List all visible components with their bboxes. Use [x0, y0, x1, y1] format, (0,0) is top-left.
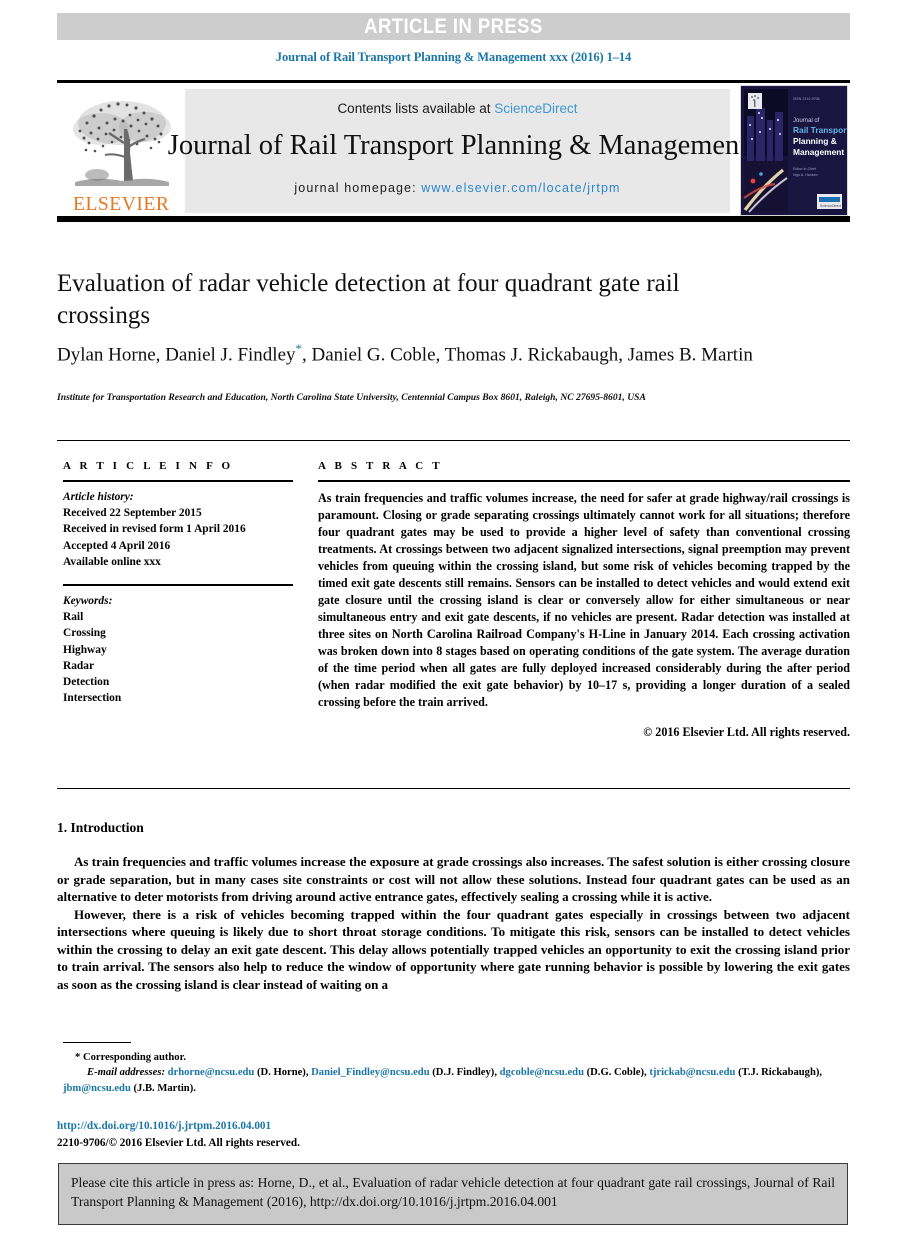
article-info-column: A R T I C L E I N F O Article history: R…: [63, 460, 293, 706]
email-link[interactable]: tjrickab@ncsu.edu: [649, 1067, 735, 1078]
svg-text:Rail Transport: Rail Transport: [793, 125, 847, 135]
please-cite-text: Please cite this article in press as: Ho…: [71, 1175, 835, 1210]
svg-text:ISSN 2210-9706: ISSN 2210-9706: [793, 97, 820, 101]
authors-primary: Dylan Horne, Daniel J. Findley: [57, 344, 296, 366]
contents-prefix: Contents lists available at: [337, 101, 495, 116]
authors-secondary: , Daniel G. Coble, Thomas J. Rickabaugh,…: [302, 344, 753, 366]
keywords-block: Keywords: Rail Crossing Highway Radar De…: [63, 593, 293, 706]
elsevier-logo: ELSEVIER: [59, 88, 184, 214]
email-link[interactable]: Daniel_Findley@ncsu.edu: [311, 1067, 429, 1078]
svg-text:Editor-in-Chief: Editor-in-Chief: [793, 167, 816, 171]
svg-text:Journal of: Journal of: [793, 118, 820, 124]
body-column: 1. Introduction As train frequencies and…: [57, 820, 850, 993]
sciencedirect-box: Contents lists available at ScienceDirec…: [168, 89, 747, 213]
history-item: Received in revised form 1 April 2016: [63, 523, 246, 536]
abstract-column: A B S T R A C T As train frequencies and…: [318, 460, 850, 740]
footnote-block: * Corresponding author. E-mail addresses…: [63, 1050, 853, 1096]
body-paragraph: As train frequencies and traffic volumes…: [57, 854, 850, 905]
keywords-label: Keywords:: [63, 594, 113, 607]
footnote-separator-rule: [63, 1042, 131, 1043]
article-history-block: Article history: Received 22 September 2…: [63, 489, 293, 570]
email-link[interactable]: drhorne@ncsu.edu: [168, 1067, 255, 1078]
journal-homepage-line: journal homepage: www.elsevier.com/locat…: [294, 181, 620, 195]
email-owner: (T.J. Rickabaugh): [738, 1067, 820, 1079]
email-owner: (J.B. Martin): [133, 1082, 194, 1094]
keyword-item: Crossing: [63, 627, 106, 640]
article-info-rule: [63, 480, 293, 482]
email-owner: (D.G. Coble): [586, 1067, 645, 1079]
elsevier-tree-icon: [72, 101, 171, 186]
journal-cover-thumbnail: ISSN 2210-9706 Journal of Rail Transport…: [740, 85, 848, 216]
author-list: Dylan Horne, Daniel J. Findley*, Daniel …: [57, 340, 777, 367]
sciencedirect-link[interactable]: ScienceDirect: [494, 101, 577, 116]
journal-masthead: ELSEVIER Contents lists available at Sci…: [57, 80, 850, 222]
article-history-label: Article history:: [63, 491, 134, 503]
body-paragraph: However, there is a risk of vehicles bec…: [57, 906, 850, 992]
section-heading-introduction: 1. Introduction: [57, 820, 144, 835]
abstract-rule: [318, 480, 850, 482]
svg-text:Planning &: Planning &: [793, 136, 837, 146]
history-item: Accepted 4 April 2016: [63, 539, 171, 552]
elsevier-wordmark: ELSEVIER: [73, 193, 170, 215]
svg-text:ScienceDirect: ScienceDirect: [820, 204, 841, 208]
email-owner: (D. Horne): [256, 1067, 306, 1079]
keyword-item: Radar: [63, 659, 95, 672]
journal-title: Journal of Rail Transport Planning & Man…: [167, 130, 748, 161]
journal-cover-image: ISSN 2210-9706 Journal of Rail Transport…: [741, 86, 847, 215]
keyword-item: Highway: [63, 643, 107, 656]
email-addresses-label: E-mail addresses:: [87, 1067, 165, 1079]
page-title: Evaluation of radar vehicle detection at…: [57, 270, 680, 329]
history-item: Available online xxx: [63, 555, 161, 568]
article-in-press-banner: ARTICLE IN PRESS: [57, 13, 850, 40]
doi-link[interactable]: http://dx.doi.org/10.1016/j.jrtpm.2016.0…: [57, 1118, 657, 1135]
article-first-page: ARTICLE IN PRESS Journal of Rail Transpo…: [0, 0, 907, 1238]
keywords-rule: [63, 583, 293, 586]
abstract-heading: A B S T R A C T: [318, 460, 443, 472]
abstract-zone-top-rule: [57, 440, 850, 441]
homepage-label: journal homepage:: [294, 181, 422, 195]
svg-text:Ingo A. Hansen: Ingo A. Hansen: [793, 173, 818, 177]
abstract-copyright: © 2016 Elsevier Ltd. All rights reserved…: [643, 724, 850, 739]
issn-copyright-line: 2210-9706/© 2016 Elsevier Ltd. All right…: [57, 1136, 300, 1149]
email-link[interactable]: dgcoble@ncsu.edu: [500, 1067, 584, 1078]
please-cite-box: Please cite this article in press as: Ho…: [58, 1163, 848, 1225]
homepage-url-link[interactable]: www.elsevier.com/locate/jrtpm: [421, 181, 620, 195]
masthead-top-rule: [57, 80, 850, 83]
keyword-item: Intersection: [63, 692, 122, 705]
keyword-item: Rail: [63, 611, 84, 624]
email-link[interactable]: jbm@ncsu.edu: [63, 1083, 131, 1094]
corresponding-author-note: * Corresponding author.: [63, 1050, 853, 1065]
article-info-heading: A R T I C L E I N F O: [63, 460, 234, 472]
journal-running-head: Journal of Rail Transport Planning & Man…: [275, 50, 632, 64]
abstract-zone-bottom-rule: [57, 788, 850, 789]
email-addresses-line: E-mail addresses: drhorne@ncsu.edu (D. H…: [63, 1067, 823, 1094]
corresponding-author-text: * Corresponding author.: [75, 1052, 186, 1063]
article-in-press-label: ARTICLE IN PRESS: [364, 14, 543, 38]
masthead-bottom-rule: [57, 216, 850, 222]
email-owner: (D.J. Findley): [432, 1067, 495, 1079]
history-item: Received 22 September 2015: [63, 507, 202, 520]
author-affiliation: Institute for Transportation Research an…: [57, 392, 646, 403]
doi-block: http://dx.doi.org/10.1016/j.jrtpm.2016.0…: [57, 1118, 657, 1152]
keyword-item: Detection: [63, 675, 110, 688]
abstract-text: As train frequencies and traffic volumes…: [318, 491, 850, 709]
svg-text:Management: Management: [793, 147, 844, 157]
contents-list-line: Contents lists available at ScienceDirec…: [337, 101, 577, 116]
